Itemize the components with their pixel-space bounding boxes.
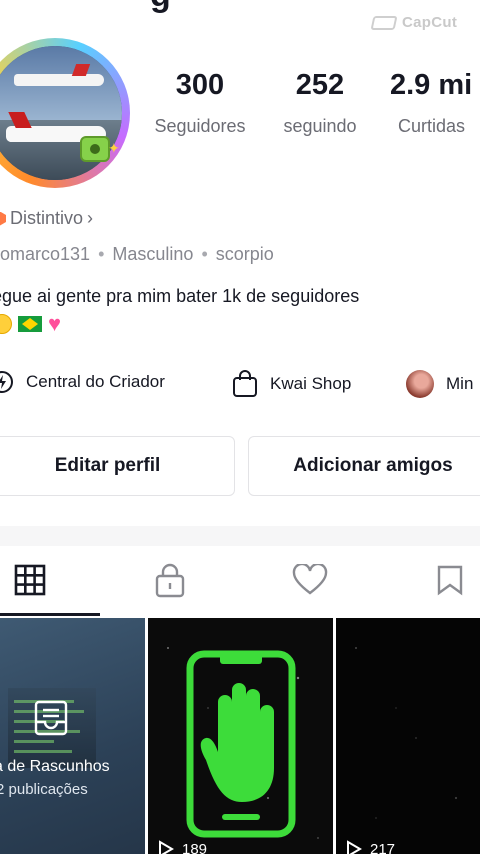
header-cutoff: g — [0, 0, 480, 14]
header-title-fragment: g — [150, 0, 171, 14]
bio-emojis: ♥ — [0, 311, 62, 336]
badge-icon — [0, 211, 6, 226]
drafts-count: 2 publicações — [0, 781, 88, 798]
likes-count: 2.9 mi — [390, 69, 473, 101]
smiley-emoji-icon — [0, 314, 12, 334]
play-icon — [159, 840, 174, 854]
zodiac-sign: scorpio — [215, 244, 274, 264]
lock-icon — [155, 563, 185, 598]
following-count: 252 — [295, 69, 345, 101]
view-count: 217 — [346, 840, 395, 854]
airplane-icon — [14, 74, 104, 86]
grid-icon — [14, 564, 46, 596]
tab-videos[interactable] — [10, 560, 50, 600]
tab-liked[interactable] — [290, 560, 330, 600]
tab-saved[interactable] — [430, 560, 470, 600]
badge-label: Distintivo — [10, 208, 84, 228]
tab-private[interactable] — [150, 560, 190, 600]
mini-link[interactable]: Min — [406, 370, 473, 398]
sparkle-icon: ✦ — [108, 140, 120, 156]
edit-profile-button[interactable]: Editar perfil — [0, 436, 235, 496]
profile-info-line: aomarco131 • Masculino • scorpio — [0, 244, 274, 265]
video-thumbnail[interactable]: 217 — [336, 618, 480, 854]
chevron-right-icon: › — [87, 208, 94, 228]
mini-avatar-icon — [406, 370, 434, 398]
bookmark-icon — [437, 565, 463, 596]
drafts-title: a de Rascunhos — [0, 758, 110, 775]
badge-link[interactable]: Distintivo › — [0, 208, 93, 229]
brazil-flag-emoji-icon — [18, 316, 42, 332]
drafts-inbox-icon — [34, 700, 68, 736]
followers-label: Seguidores — [154, 116, 246, 136]
likes-label: Curtidas — [398, 116, 466, 136]
camera-sticker-icon — [80, 136, 110, 162]
shopping-bag-icon — [233, 370, 257, 397]
sparkling-heart-emoji-icon: ♥ — [48, 311, 62, 336]
following-stat[interactable]: 252 seguindo — [266, 68, 374, 137]
add-friends-button[interactable]: Adicionar amigos — [248, 436, 480, 496]
section-divider — [0, 526, 480, 546]
capcut-logo-icon — [370, 15, 398, 30]
gender: Masculino — [112, 244, 194, 264]
view-count: 189 — [158, 840, 207, 854]
following-label: seguindo — [283, 116, 357, 136]
video-thumbnail[interactable]: 189 — [148, 618, 333, 854]
active-tab-indicator — [0, 613, 100, 616]
phone-stop-hand-icon — [186, 650, 296, 838]
creator-center-link[interactable]: Central do Criador — [0, 370, 165, 394]
lightning-icon — [0, 371, 13, 393]
likes-stat[interactable]: 2.9 mi Curtidas — [384, 68, 480, 137]
bio-text: egue ai gente pra mim bater 1k de seguid… — [0, 286, 360, 306]
play-icon — [347, 840, 362, 854]
capcut-watermark: CapCut — [370, 14, 457, 31]
username: aomarco131 — [0, 244, 91, 264]
drafts-folder[interactable]: a de Rascunhos 2 publicações — [0, 618, 145, 854]
heart-icon — [292, 564, 328, 595]
avatar[interactable]: ✦ — [0, 38, 130, 188]
followers-count: 300 — [175, 69, 225, 101]
followers-stat[interactable]: 300 Seguidores — [140, 68, 260, 137]
kwai-shop-link[interactable]: Kwai Shop — [232, 370, 351, 398]
